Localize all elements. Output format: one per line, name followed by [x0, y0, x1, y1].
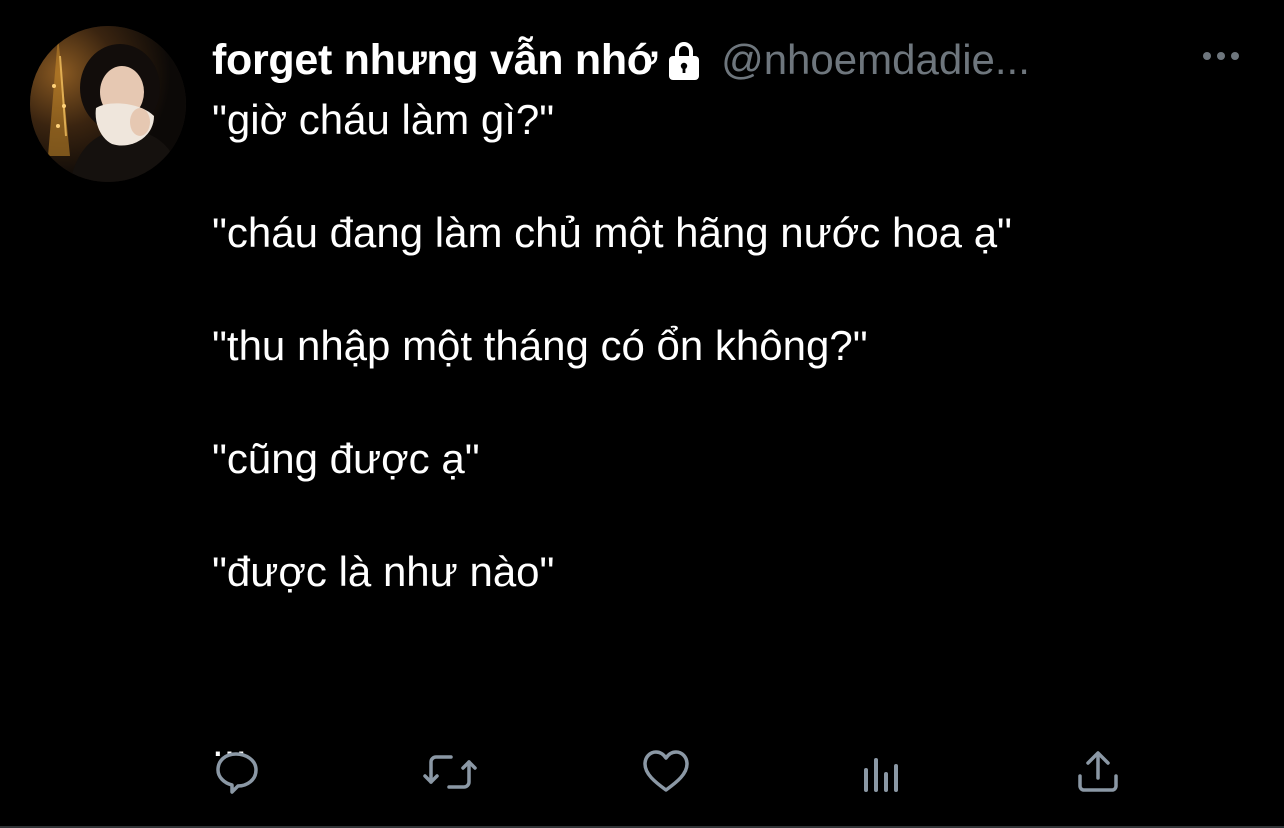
lock-icon [661, 37, 707, 83]
tweet-text: "giờ cháu làm gì?" "cháu đang làm chủ mộ… [212, 96, 1012, 765]
analytics-button[interactable] [856, 748, 908, 800]
like-button[interactable] [640, 748, 692, 800]
tweet-header: forget nhưng vẫn nhớ @nhoemdadie... [212, 30, 1244, 90]
user-handle[interactable]: @nhoemdadie... [721, 36, 1030, 84]
retweet-arrows-icon [423, 748, 477, 801]
heart-icon [641, 748, 691, 801]
retweet-button[interactable] [423, 748, 477, 801]
reply-button[interactable] [212, 748, 264, 800]
avatar[interactable] [30, 26, 186, 182]
bar-chart-icon [860, 748, 904, 801]
share-upload-icon [1074, 748, 1122, 801]
tweet[interactable]: forget nhưng vẫn nhớ @nhoemdadie... "giờ… [0, 0, 1284, 828]
more-horizontal-icon[interactable] [1198, 36, 1244, 76]
speech-bubble-icon [214, 748, 262, 801]
share-button[interactable] [1072, 748, 1124, 800]
display-name[interactable]: forget nhưng vẫn nhớ [212, 36, 657, 85]
tweet-actions [212, 748, 1132, 802]
